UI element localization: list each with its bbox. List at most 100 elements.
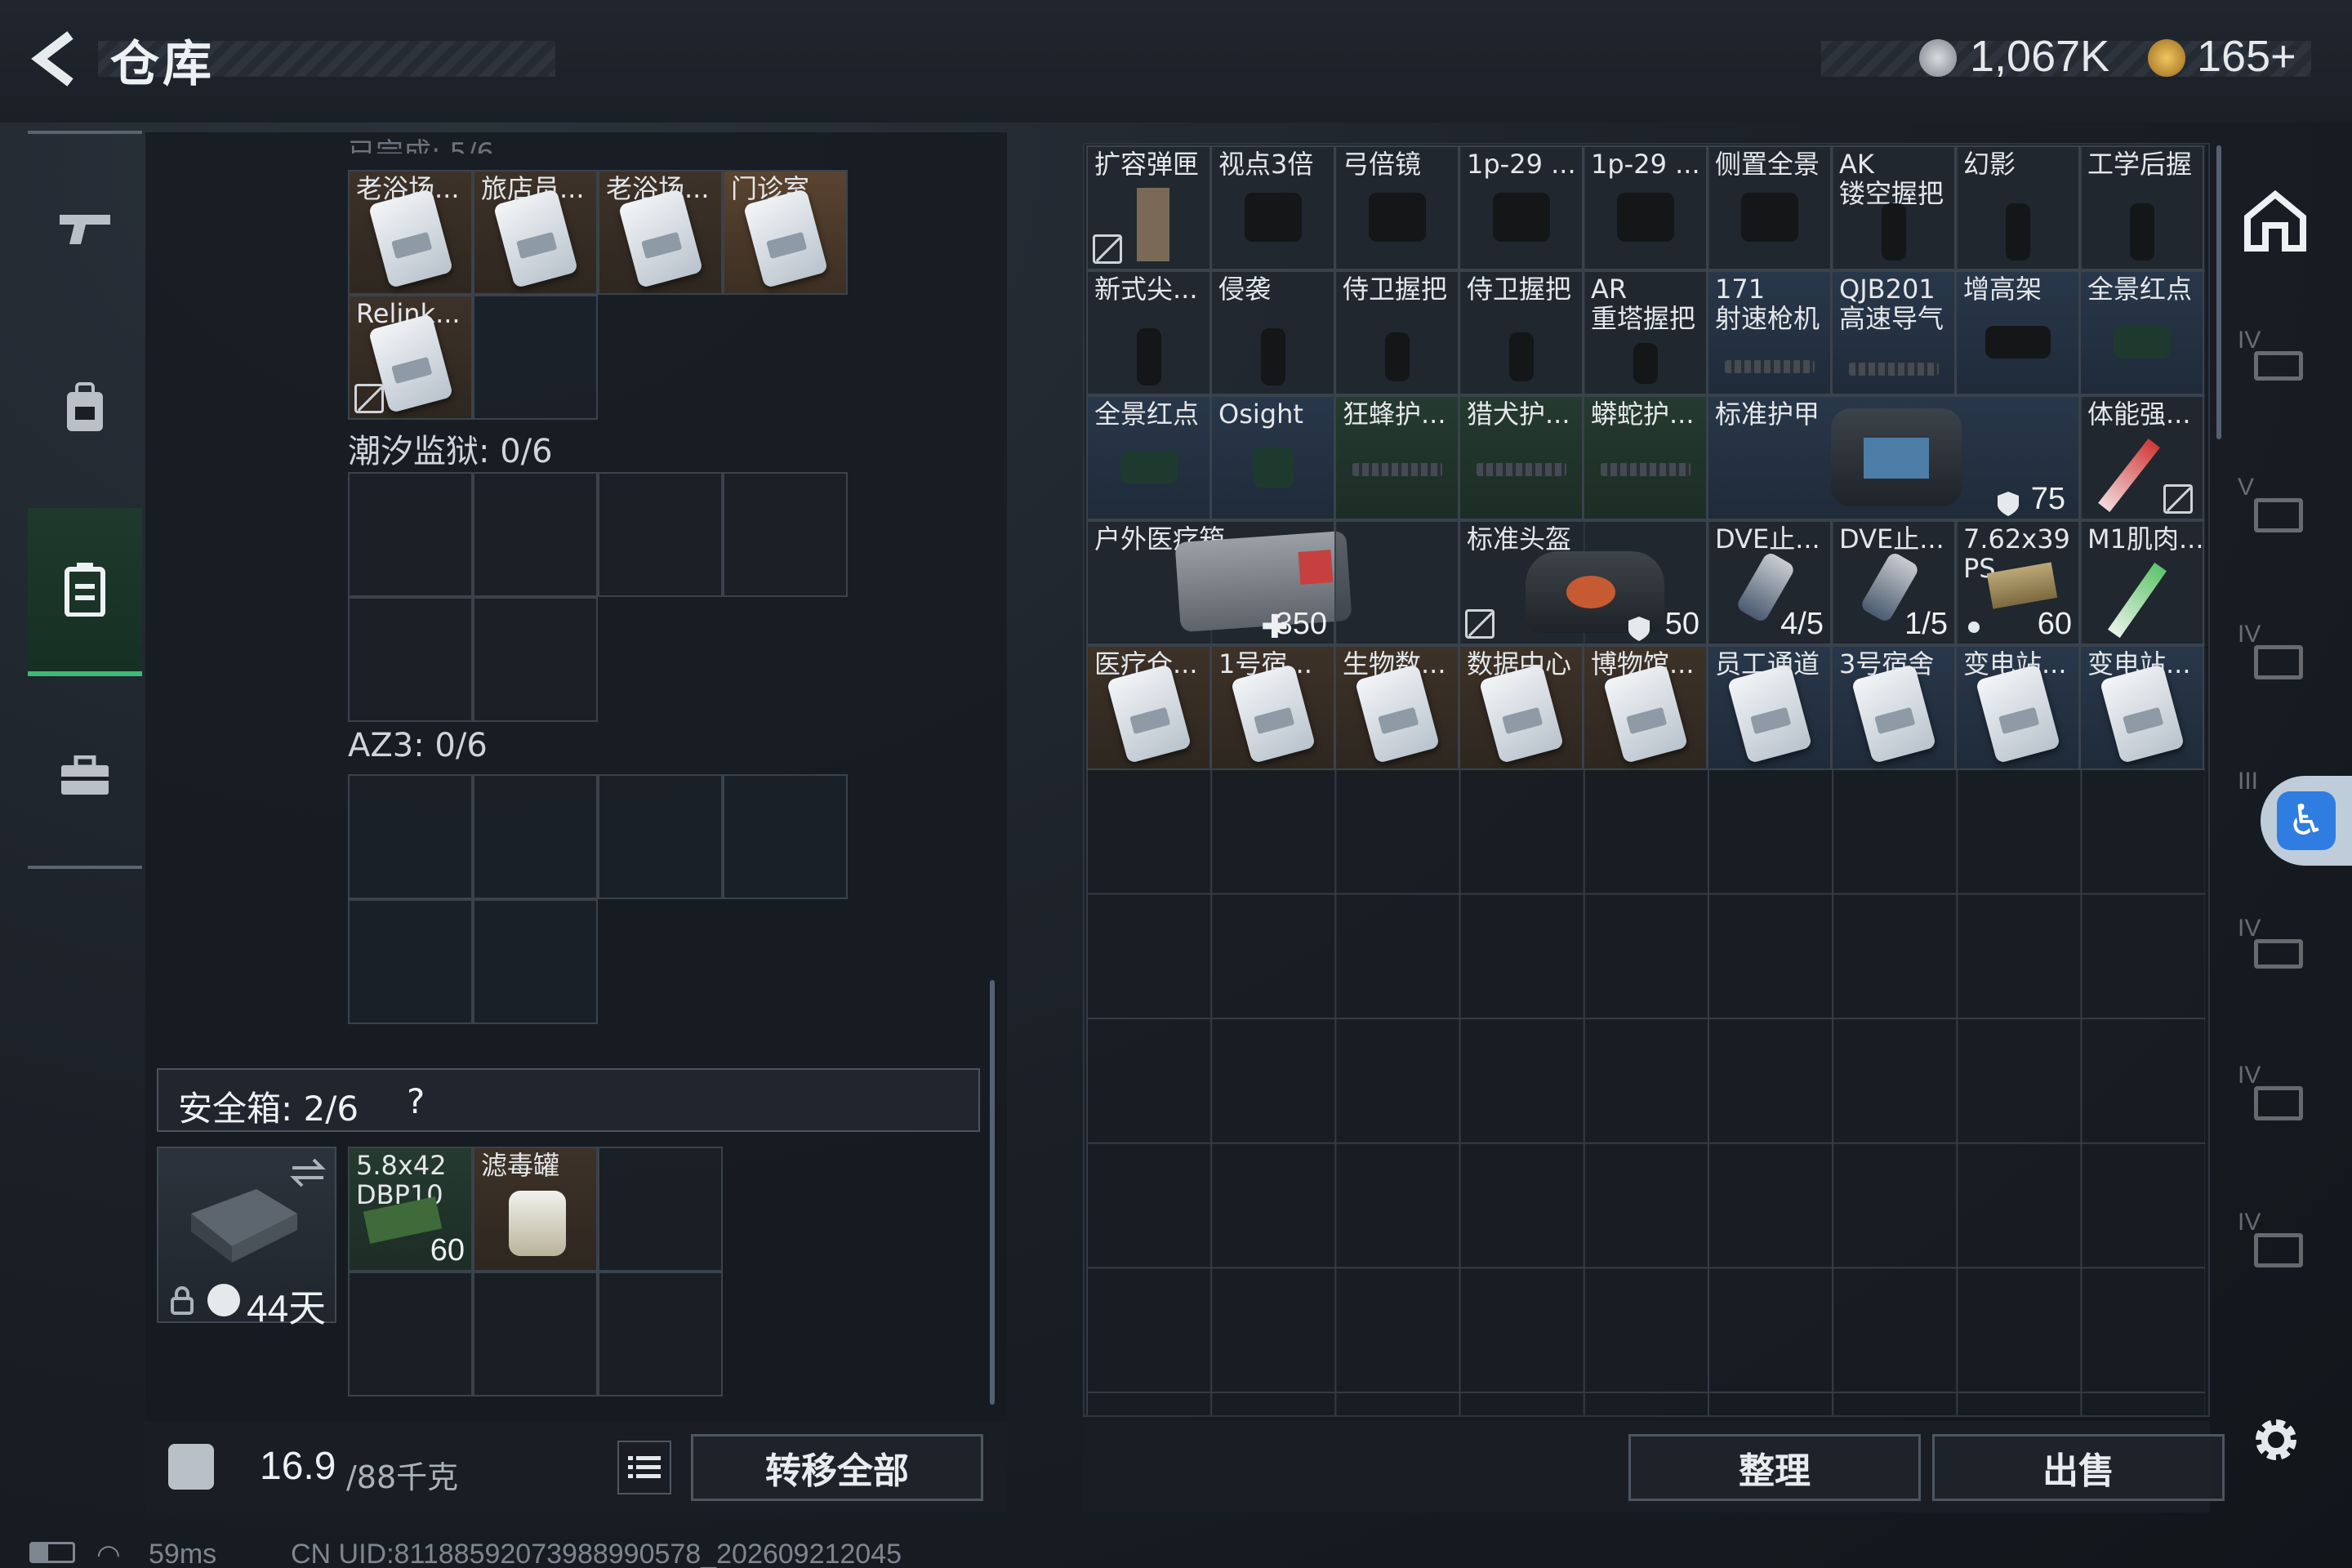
back-button[interactable] xyxy=(23,26,88,91)
section-az3: AZ3: 0/6 xyxy=(348,727,488,764)
item-medkit[interactable]: 户外医疗箱 ✚ 350 xyxy=(1086,520,1352,645)
keycard-slot[interactable]: 老浴场... xyxy=(348,170,473,295)
magazine-icon xyxy=(1137,188,1169,261)
empty-slot[interactable] xyxy=(473,774,598,899)
no-trade-icon xyxy=(1093,234,1122,264)
item-sight[interactable]: 全景红点 xyxy=(1086,395,1211,520)
item-sight[interactable]: Osight xyxy=(1210,395,1335,520)
keycard-slot[interactable]: 生物数... xyxy=(1334,645,1459,770)
keycard-slot[interactable]: 数据中心 xyxy=(1459,645,1584,770)
keycard-slot[interactable]: 博物馆... xyxy=(1583,645,1708,770)
item-grip[interactable]: AK 镂空握把 xyxy=(1831,145,1956,270)
item-scope[interactable]: 1p-29 ... xyxy=(1459,145,1584,270)
item-helmet[interactable]: 标准头盔 50 xyxy=(1459,520,1708,645)
gun-case-icon xyxy=(2254,939,2303,969)
storage-tab[interactable]: IV xyxy=(2238,915,2311,980)
item-grip[interactable]: 工学后握 xyxy=(2079,145,2204,270)
keycard-slot[interactable]: 门诊室 xyxy=(723,170,848,295)
weight-max: /88千克 xyxy=(346,1459,459,1495)
keycard-slot[interactable]: 医疗仓... xyxy=(1086,645,1211,770)
empty-slot[interactable] xyxy=(598,1147,723,1272)
help-icon[interactable]: ? xyxy=(407,1081,425,1121)
empty-slot[interactable] xyxy=(348,899,473,1024)
item-grip[interactable]: 侍卫握把 xyxy=(1459,270,1584,395)
storage-tab[interactable]: IV xyxy=(2238,1062,2311,1127)
item-scope[interactable]: 弓倍镜 xyxy=(1334,145,1459,270)
keycard-slot[interactable]: 变电站... xyxy=(2079,645,2204,770)
item-grip[interactable]: 幻影 xyxy=(1955,145,2080,270)
storage-tab[interactable]: V xyxy=(2238,474,2311,539)
grip-icon xyxy=(1508,332,1534,382)
left-scrollbar[interactable] xyxy=(990,980,995,1405)
empty-slot[interactable] xyxy=(473,295,598,420)
nav-locker[interactable] xyxy=(28,508,142,676)
empty-slot[interactable] xyxy=(598,472,723,597)
storage-tab-home[interactable] xyxy=(2243,188,2308,253)
item-grip[interactable]: AR 重塔握把 xyxy=(1583,270,1708,395)
swap-icon[interactable] xyxy=(289,1156,327,1189)
storage-tab[interactable]: IV xyxy=(2238,327,2311,392)
folder-case-icon xyxy=(2254,645,2303,679)
item-sight[interactable]: 全景红点 xyxy=(2079,270,2204,395)
empty-slot[interactable] xyxy=(473,899,598,1024)
empty-slot[interactable] xyxy=(598,774,723,899)
keycard-slot[interactable]: Relink... xyxy=(348,295,473,420)
item-tourniquet[interactable]: DVE止... 1/5 xyxy=(1831,520,1956,645)
item-handguard[interactable]: 猎犬护... xyxy=(1459,395,1584,520)
keycard-slot[interactable]: 老浴场... xyxy=(598,170,723,295)
currency-gold-value[interactable]: 165+ xyxy=(2197,31,2296,82)
keycard-slot[interactable]: 员工通道 xyxy=(1707,645,1832,770)
item-tourniquet[interactable]: DVE止... 4/5 xyxy=(1707,520,1832,645)
item-scope[interactable]: 1p-29 ... xyxy=(1583,145,1708,270)
empty-slot[interactable] xyxy=(348,472,473,597)
nav-weapons[interactable] xyxy=(28,147,142,310)
item-mag[interactable]: 扩容弹匣 xyxy=(1086,145,1211,270)
accessibility-button[interactable]: ♿ xyxy=(2261,776,2352,866)
empty-slot[interactable] xyxy=(473,597,598,722)
empty-slot[interactable] xyxy=(348,597,473,722)
item-sight[interactable]: 侧置全景 xyxy=(1707,145,1832,270)
sell-button[interactable]: 出售 xyxy=(1932,1434,2225,1501)
item-handguard[interactable]: 蟒蛇护... xyxy=(1583,395,1708,520)
empty-slot[interactable] xyxy=(723,472,848,597)
empty-slot[interactable] xyxy=(598,1272,723,1396)
empty-slot[interactable] xyxy=(1334,520,1459,645)
keycard-slot[interactable]: 旅店员... xyxy=(473,170,598,295)
item-gas[interactable]: QJB201 高速导气 xyxy=(1831,270,1956,395)
transfer-all-button[interactable]: 转移全部 xyxy=(691,1434,983,1501)
empty-slot[interactable] xyxy=(473,472,598,597)
item-mount[interactable]: 增高架 xyxy=(1955,270,2080,395)
grid-scrollbar[interactable] xyxy=(2216,145,2221,439)
nav-backpack[interactable] xyxy=(28,327,142,490)
grip-icon xyxy=(1633,342,1658,384)
item-grip[interactable]: 新式尖... xyxy=(1086,270,1211,395)
item-scope[interactable]: 视点3倍 xyxy=(1210,145,1335,270)
item-grip[interactable]: 侵袭 xyxy=(1210,270,1335,395)
empty-slot[interactable] xyxy=(348,1272,473,1396)
item-stim[interactable]: 体能强... xyxy=(2079,395,2204,520)
empty-slot[interactable] xyxy=(473,1272,598,1396)
list-view-button[interactable] xyxy=(617,1441,671,1494)
keycard-slot[interactable]: 3号宿舍 xyxy=(1831,645,1956,770)
nav-toolbox[interactable] xyxy=(28,694,142,858)
item-injector[interactable]: M1肌肉... xyxy=(2079,520,2204,645)
item-armor[interactable]: 标准护甲 75 xyxy=(1707,395,2080,520)
sort-button[interactable]: 整理 xyxy=(1628,1434,1921,1501)
item-bolt[interactable]: 171 射速枪机 xyxy=(1707,270,1832,395)
keycard-slot[interactable]: 1号宿... xyxy=(1210,645,1335,770)
settings-button[interactable] xyxy=(2247,1411,2305,1468)
locker-icon xyxy=(65,563,105,617)
item-handguard[interactable]: 狂蜂护... xyxy=(1334,395,1459,520)
storage-tab[interactable]: IV xyxy=(2238,1209,2311,1274)
osight-icon xyxy=(1252,447,1294,488)
empty-slot[interactable] xyxy=(348,774,473,899)
storage-tab[interactable]: IV xyxy=(2238,621,2311,686)
scope-icon xyxy=(1492,193,1550,243)
safe-item-filter[interactable]: 滤毒罐 xyxy=(473,1147,598,1272)
safe-box-container[interactable]: 44天 xyxy=(157,1147,336,1330)
item-ammo[interactable]: 7.62x39 PS 60 xyxy=(1955,520,2080,645)
safe-item-ammo[interactable]: 5.8x42 DBP10 60 xyxy=(348,1147,473,1272)
empty-slot[interactable] xyxy=(723,774,848,899)
keycard-slot[interactable]: 变电站... xyxy=(1955,645,2080,770)
item-grip[interactable]: 侍卫握把 xyxy=(1334,270,1459,395)
